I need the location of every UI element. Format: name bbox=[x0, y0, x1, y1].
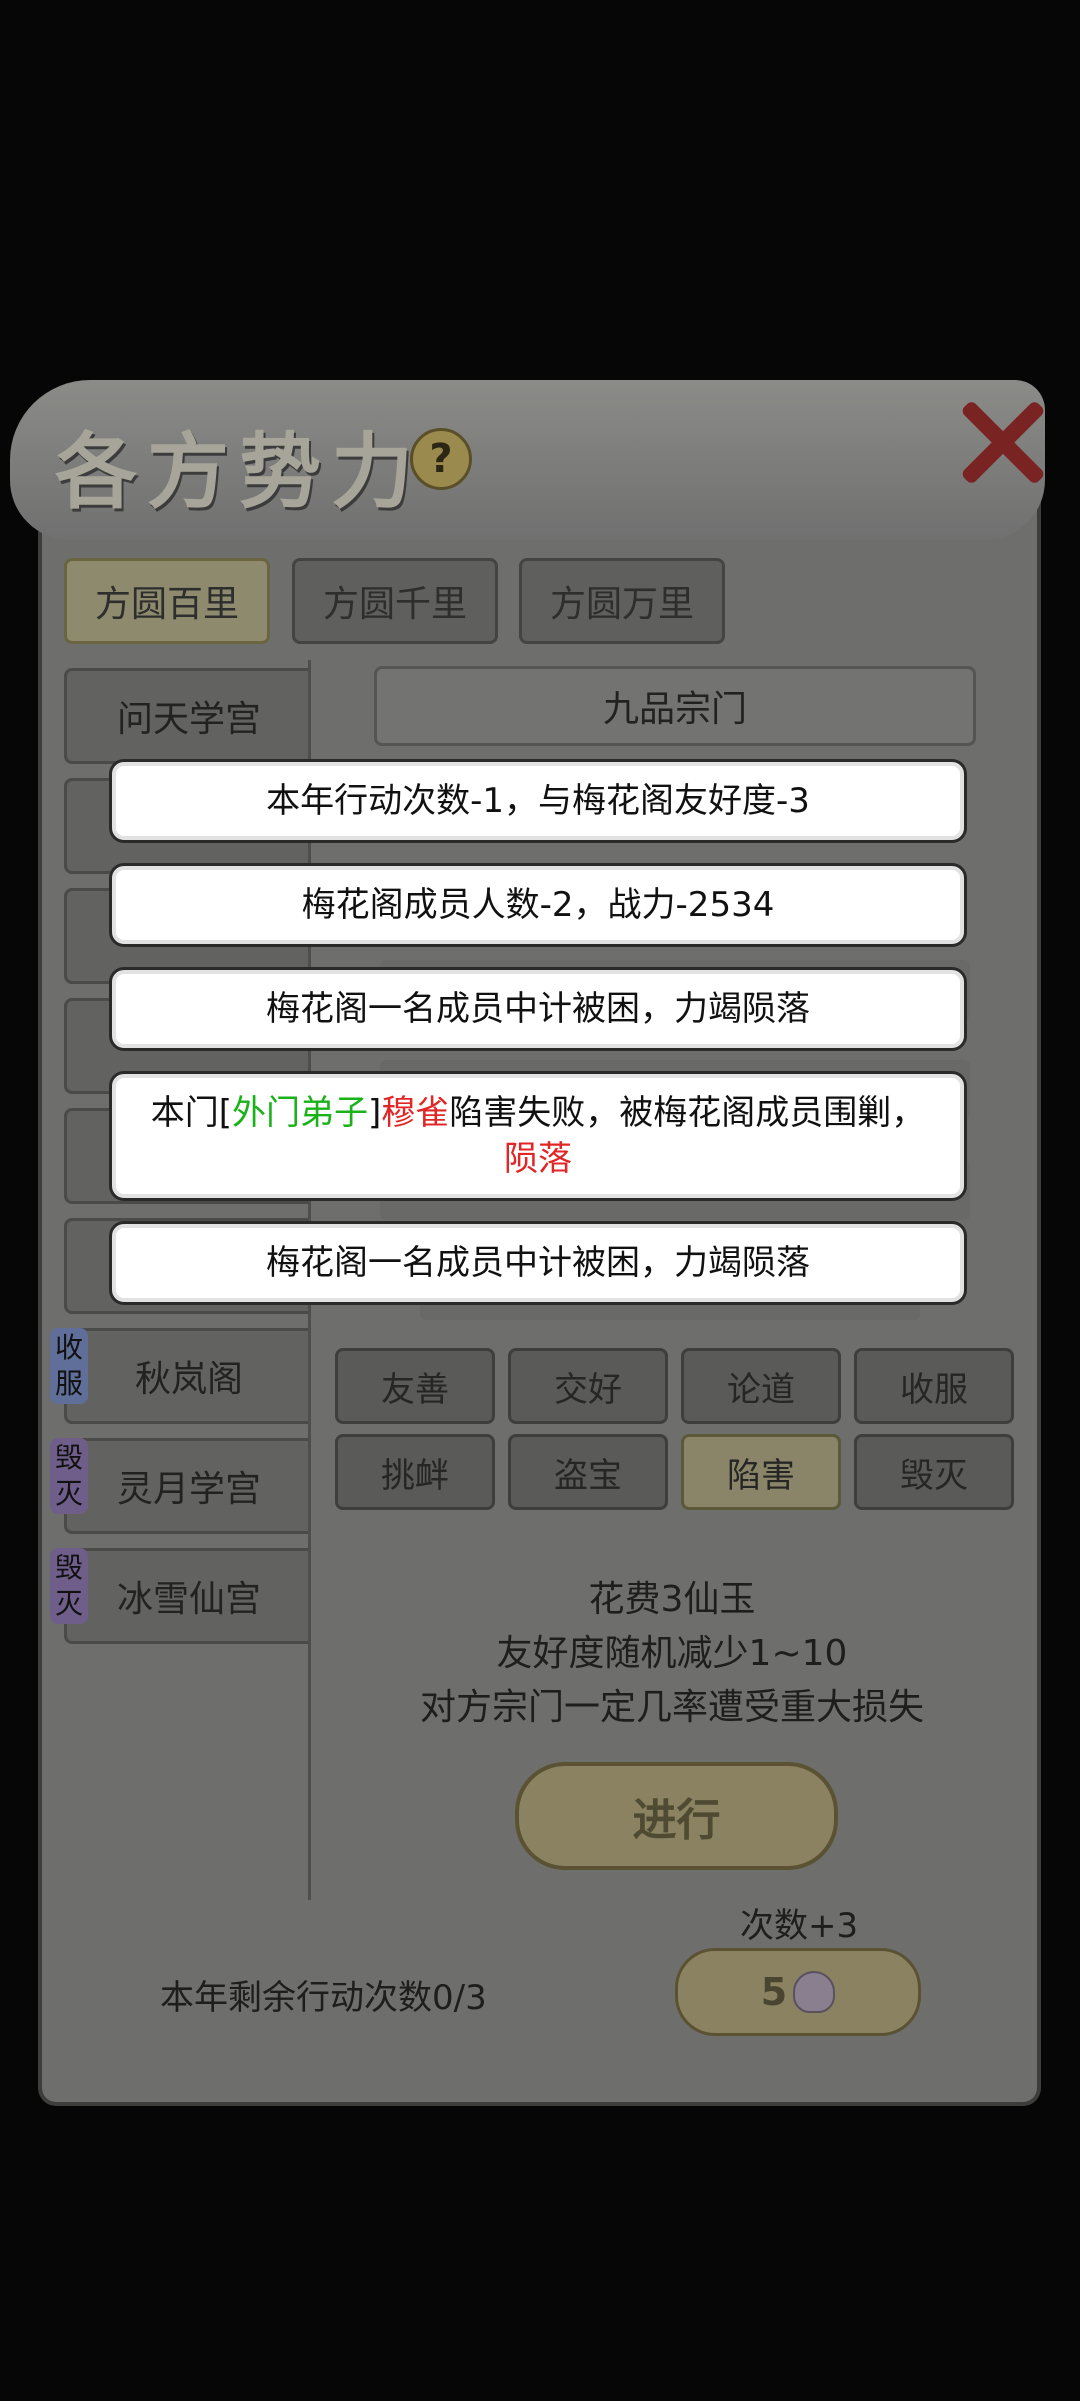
action-effect-text: 对方宗门一定几率遭受重大损失 bbox=[419, 1687, 924, 1728]
toast-message: 梅花阁一名成员中计被困，力竭陨落 bbox=[112, 970, 964, 1048]
action-destroy-button[interactable]: 毁灭 bbox=[854, 1434, 1014, 1510]
buy-times-button[interactable]: 5 bbox=[675, 1948, 921, 2036]
tab-fangyuan-qianli[interactable]: 方圆千里 bbox=[292, 558, 498, 644]
disciple-rank: 外门弟子 bbox=[232, 1093, 368, 1133]
toast-text-part: 陷害失败，被梅花阁成员围剿， bbox=[449, 1093, 926, 1133]
gem-icon bbox=[793, 1971, 836, 2013]
action-steal-button[interactable]: 盗宝 bbox=[508, 1434, 668, 1510]
toast-text: 本年行动次数-1，与梅花阁友好度-3 bbox=[266, 781, 810, 821]
extra-times-label: 次数+3 bbox=[740, 1906, 859, 1946]
sidebar-item-wentian[interactable]: 问天学宫 bbox=[64, 668, 311, 764]
toast-text: 梅花阁一名成员中计被困，力竭陨落 bbox=[266, 989, 810, 1029]
toast-message: 梅花阁成员人数-2，战力-2534 bbox=[112, 866, 964, 944]
action-friendly-button[interactable]: 友善 bbox=[335, 1348, 495, 1424]
toast-message: 梅花阁一名成员中计被困，力竭陨落 bbox=[112, 1224, 964, 1302]
sidebar-item-bingxue[interactable]: 冰雪仙宫 bbox=[64, 1548, 311, 1644]
cost-value: 5 bbox=[760, 1970, 788, 2014]
action-cost-text: 花费3仙玉 bbox=[588, 1579, 756, 1620]
toast-text: 梅花阁一名成员中计被困，力竭陨落 bbox=[266, 1243, 810, 1283]
toast-message: 本年行动次数-1，与梅花阁友好度-3 bbox=[112, 762, 964, 840]
toast-text-part: 本门[ bbox=[150, 1093, 232, 1133]
execute-button[interactable]: 进行 bbox=[515, 1762, 838, 1870]
toast-text: 本门[外门弟子]穆雀陷害失败，被梅花阁成员围剿， 陨落 bbox=[136, 1090, 940, 1182]
toast-text-part: ] bbox=[368, 1093, 382, 1133]
status-badge-destroy: 毁灭 bbox=[50, 1548, 88, 1624]
status-badge-destroy: 毁灭 bbox=[50, 1438, 88, 1514]
action-frame-button[interactable]: 陷害 bbox=[681, 1434, 841, 1510]
status-badge-subdue: 收服 bbox=[50, 1328, 88, 1404]
sidebar-item-lingyue[interactable]: 灵月学宫 bbox=[64, 1438, 311, 1534]
help-icon[interactable]: ? bbox=[410, 428, 472, 490]
action-provoke-button[interactable]: 挑衅 bbox=[335, 1434, 495, 1510]
action-befriend-button[interactable]: 交好 bbox=[508, 1348, 668, 1424]
action-subdue-button[interactable]: 收服 bbox=[854, 1348, 1014, 1424]
tab-fangyuan-baili[interactable]: 方圆百里 bbox=[64, 558, 270, 644]
sidebar-item-qiulan[interactable]: 秋岚阁 bbox=[64, 1328, 311, 1424]
action-discuss-button[interactable]: 论道 bbox=[681, 1348, 841, 1424]
result-text: 陨落 bbox=[504, 1139, 572, 1179]
remaining-actions-label: 本年剩余行动次数0/3 bbox=[160, 1978, 487, 2018]
toast-text: 梅花阁成员人数-2，战力-2534 bbox=[301, 885, 775, 925]
close-icon[interactable] bbox=[955, 395, 1045, 485]
toast-message: 本门[外门弟子]穆雀陷害失败，被梅花阁成员围剿， 陨落 bbox=[112, 1074, 964, 1198]
sect-rank-label: 九品宗门 bbox=[374, 666, 976, 746]
panel-title: 各方势力 bbox=[55, 424, 424, 520]
bottom-nav-dimmed bbox=[0, 2320, 1080, 2401]
tab-fangyuan-wanli[interactable]: 方圆万里 bbox=[519, 558, 725, 644]
action-effect-text: 友好度随机减少1~10 bbox=[496, 1633, 848, 1674]
disciple-name: 穆雀 bbox=[381, 1093, 450, 1133]
